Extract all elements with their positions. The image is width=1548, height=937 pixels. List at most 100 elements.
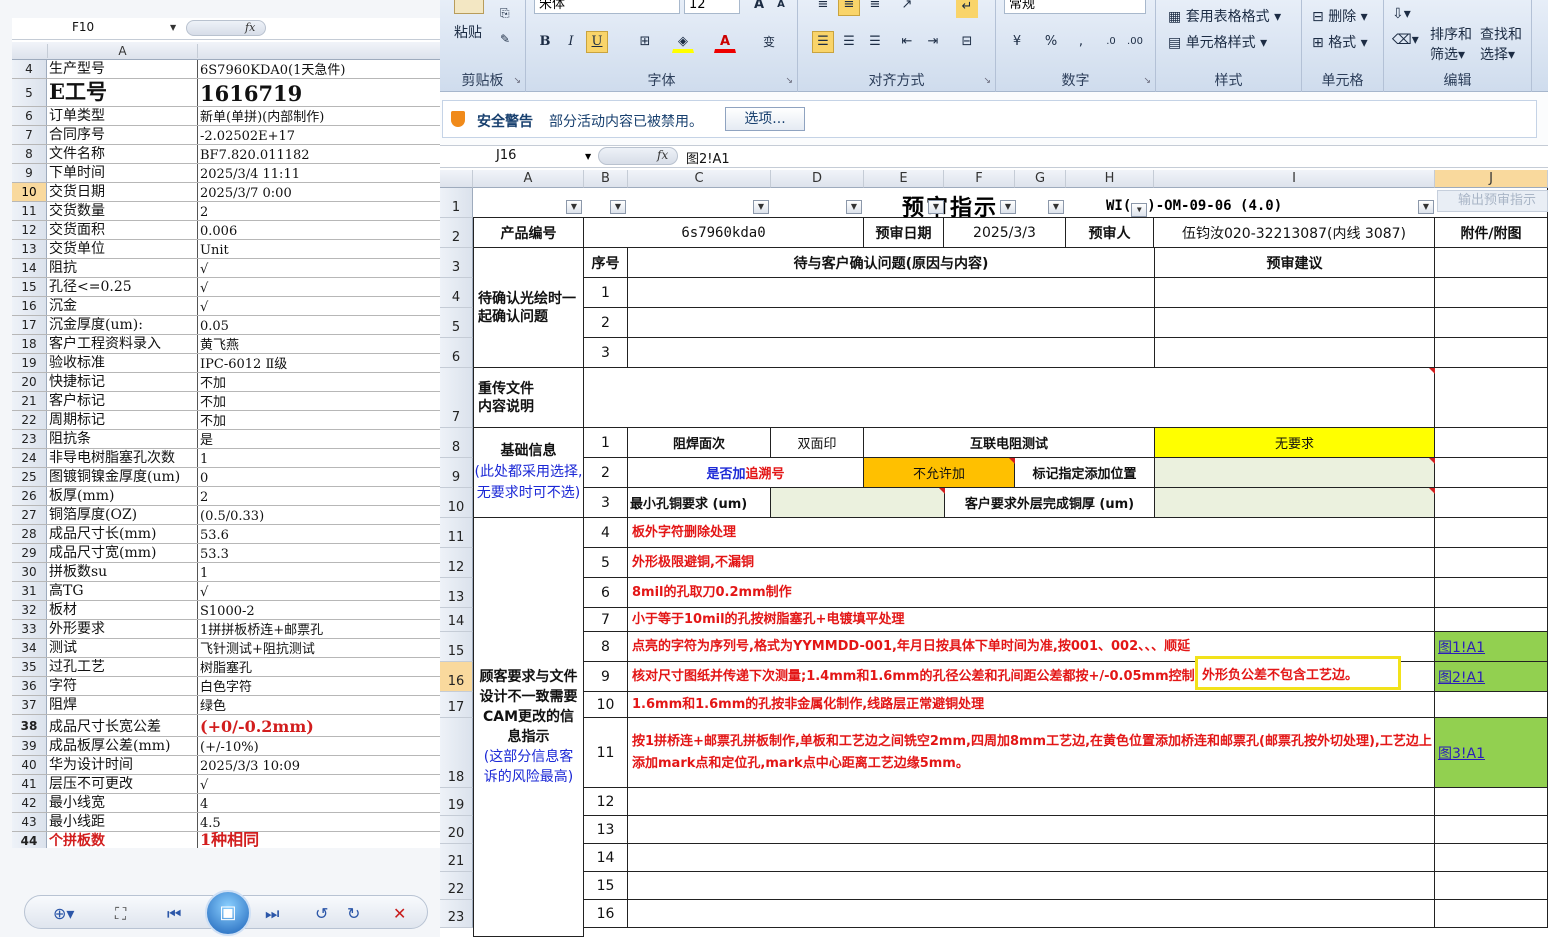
field-value[interactable]: BF7.820.011182 <box>198 145 440 163</box>
row-header[interactable]: 4 <box>12 60 47 78</box>
field-value[interactable]: √ <box>198 297 440 315</box>
align-bottom-icon[interactable]: ≡ <box>864 0 886 16</box>
row-header[interactable]: 24 <box>12 449 47 467</box>
highlighted-text[interactable]: 外形负公差不包含工艺边。 <box>1195 656 1401 690</box>
field-label[interactable]: 图镀铜镍金厚度(um) <box>47 468 198 486</box>
row-header[interactable]: 36 <box>12 677 47 695</box>
delete-button[interactable]: ⊟ 删除 ▾ <box>1312 6 1368 26</box>
field-value[interactable]: 飞针测试+阻抗测试 <box>198 639 440 657</box>
row-header[interactable]: 9 <box>440 458 473 488</box>
fill-color-icon[interactable]: ◈ <box>672 31 694 53</box>
row-header[interactable]: 14 <box>440 608 473 632</box>
field-label[interactable]: 客户工程资料录入 <box>47 335 198 353</box>
attach-cell[interactable] <box>1435 578 1548 608</box>
field-value[interactable]: 1种相同 <box>198 832 440 848</box>
row-header[interactable]: 21 <box>12 392 47 410</box>
attach-cell[interactable] <box>1435 900 1548 928</box>
advice-cell[interactable] <box>1155 308 1435 338</box>
field-value[interactable]: 53.6 <box>198 525 440 543</box>
advice-cell[interactable] <box>1155 278 1435 308</box>
date-value[interactable]: 2025/3/3 <box>944 218 1066 248</box>
filter-dropdown-icon[interactable]: ▼ <box>753 200 769 214</box>
row-header[interactable]: 20 <box>12 373 47 391</box>
field-value[interactable]: 2 <box>198 487 440 505</box>
field-value[interactable]: √ <box>198 278 440 296</box>
row-header[interactable]: 6 <box>440 338 473 368</box>
attach-cell[interactable]: 图3!A1 <box>1435 718 1548 788</box>
row-header[interactable]: 3 <box>440 248 473 278</box>
fx-icon[interactable]: fx <box>186 20 266 36</box>
column-header[interactable]: A <box>473 170 584 188</box>
field-label[interactable]: 交货单位 <box>47 240 198 258</box>
field-label[interactable]: 交货日期 <box>47 183 198 201</box>
field-label[interactable]: 阻抗 <box>47 259 198 277</box>
row-header[interactable]: 15 <box>440 632 473 662</box>
row-header[interactable]: 39 <box>12 737 47 755</box>
align-middle-icon[interactable]: ≡ <box>838 0 860 16</box>
sort-filter-button[interactable]: 排序和 <box>1430 24 1472 44</box>
filter-dropdown-icon[interactable]: ▼ <box>610 200 626 214</box>
attach-cell[interactable] <box>1435 428 1548 458</box>
left-namebox[interactable]: F10 <box>72 20 94 34</box>
filter-dropdown-icon[interactable]: ▼ <box>1131 203 1148 217</box>
row-header[interactable]: 25 <box>12 468 47 486</box>
row-header[interactable]: 17 <box>440 692 473 718</box>
field-value[interactable]: 2025/3/3 10:09 <box>198 756 440 774</box>
field-label[interactable]: 板厚(mm) <box>47 487 198 505</box>
row-header[interactable]: 8 <box>440 428 473 458</box>
filter-dropdown-icon[interactable]: ▼ <box>1418 200 1434 214</box>
field-value[interactable]: -2.02502E+17 <box>198 126 440 144</box>
row-header[interactable]: 11 <box>12 202 47 220</box>
item-text[interactable]: 板外字符删除处理 <box>628 518 1435 548</box>
align-top-icon[interactable]: ≡ <box>812 0 834 16</box>
format-button[interactable]: ⊞ 格式 ▾ <box>1312 32 1368 52</box>
zoom-icon[interactable]: ⊕▾ <box>53 904 74 923</box>
row-header[interactable]: 18 <box>440 718 473 788</box>
field-label[interactable]: 客户标记 <box>47 392 198 410</box>
next-icon[interactable]: ⏭ <box>265 904 279 924</box>
rotate-cw-icon[interactable]: ↻ <box>347 904 360 923</box>
row-header[interactable]: 43 <box>12 813 47 831</box>
row-header[interactable]: 35 <box>12 658 47 676</box>
attach-cell[interactable] <box>1435 548 1548 578</box>
row-header[interactable]: 34 <box>12 639 47 657</box>
row-header[interactable]: 19 <box>12 354 47 372</box>
attach-cell[interactable] <box>1435 788 1548 816</box>
row-header[interactable]: 5 <box>440 308 473 338</box>
chevron-down-icon[interactable]: ▼ <box>585 152 591 161</box>
field-value[interactable]: 4 <box>198 794 440 812</box>
field-label[interactable]: 文件名称 <box>47 145 198 163</box>
field-label[interactable]: 交货数量 <box>47 202 198 220</box>
item-text[interactable] <box>628 816 1435 844</box>
issue-cell[interactable] <box>628 308 1155 338</box>
field-value[interactable]: 黄飞燕 <box>198 335 440 353</box>
decrease-indent-icon[interactable]: ⇤ <box>896 31 918 53</box>
field-value[interactable]: 4.5 <box>198 813 440 831</box>
attach-cell[interactable]: 图2!A1 <box>1435 662 1548 692</box>
row-header[interactable]: 42 <box>12 794 47 812</box>
row-header[interactable]: 37 <box>12 696 47 714</box>
field-value[interactable]: 白色字符 <box>198 677 440 695</box>
attach-cell[interactable] <box>1435 308 1548 338</box>
advice-cell[interactable] <box>1155 338 1435 368</box>
field-label[interactable]: 最小线宽 <box>47 794 198 812</box>
row-header[interactable]: 8 <box>12 145 47 163</box>
field-label[interactable]: 快捷标记 <box>47 373 198 391</box>
column-header[interactable]: C <box>628 170 771 188</box>
align-right-icon[interactable]: ☰ <box>864 31 886 53</box>
chevron-down-icon[interactable]: ▼ <box>170 23 176 32</box>
previous-icon[interactable]: ⏮ <box>167 904 181 924</box>
row-header[interactable]: 20 <box>440 816 473 844</box>
row-header[interactable]: 33 <box>12 620 47 638</box>
column-header[interactable]: B <box>584 170 628 188</box>
merge-center-icon[interactable]: ⊟ <box>956 31 978 53</box>
font-color-icon[interactable]: A <box>714 31 736 53</box>
attach-cell[interactable] <box>1435 692 1548 718</box>
field-value[interactable]: 2 <box>198 202 440 220</box>
field-value[interactable]: 53.3 <box>198 544 440 562</box>
field-value[interactable]: 绿色 <box>198 696 440 714</box>
row-header[interactable]: 19 <box>440 788 473 816</box>
row-header[interactable]: 30 <box>12 563 47 581</box>
worksheet[interactable]: ABCDEFGHIJ 1 2 3 4 5 6 7 8 9 10 11 12 13 14 15 16 17 18 19… <box>440 168 1548 937</box>
row-header[interactable]: 40 <box>12 756 47 774</box>
